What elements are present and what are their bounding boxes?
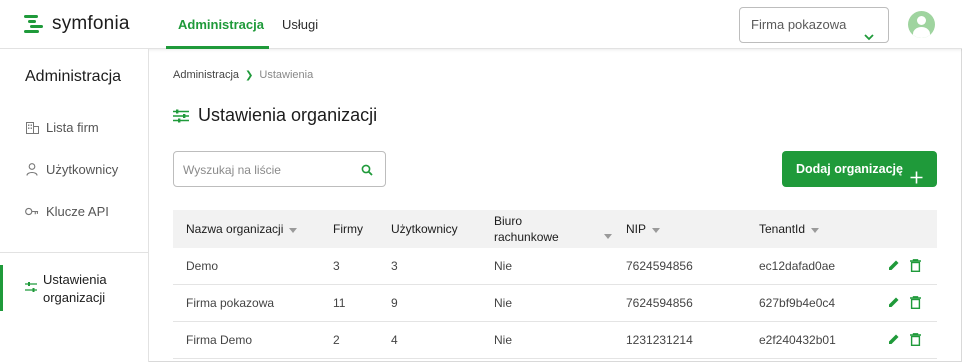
cell-tenantid: ec12dafad0ae <box>759 259 836 273</box>
avatar-body <box>913 27 930 38</box>
building-icon <box>25 121 39 135</box>
column-header-label: TenantId <box>759 222 806 236</box>
company-select[interactable]: Firma pokazowa <box>739 7 889 43</box>
cell-name: Demo <box>186 259 219 273</box>
column-header-label-line2: rachunkowe <box>494 230 559 244</box>
sidebar-item-label-line2: organizacji <box>43 290 106 305</box>
cell-firms: 3 <box>333 259 340 273</box>
row-actions <box>888 259 922 273</box>
key-icon <box>25 205 39 219</box>
page-title: Ustawienia organizacji <box>173 105 377 126</box>
edit-icon[interactable] <box>888 296 900 310</box>
column-header-firms: Firmy <box>333 210 363 248</box>
sidebar-item-ustawienia-organizacji[interactable]: Ustawienia organizacji <box>0 265 149 311</box>
sort-icon[interactable] <box>604 227 612 243</box>
cell-firms: 2 <box>333 333 340 347</box>
cell-firms: 11 <box>333 296 346 310</box>
logo-icon <box>24 14 44 34</box>
sidebar-item-label: Użytkownicy <box>46 162 119 177</box>
table-row[interactable]: Firma Demo 2 4 Nie 1231231214 e2f240432b… <box>173 322 937 359</box>
sidebar-title: Administracja <box>25 68 122 85</box>
column-header-name[interactable]: Nazwa organizacji <box>186 210 298 248</box>
page-title-text: Ustawienia organizacji <box>198 105 378 125</box>
cell-office: Nie <box>494 259 513 273</box>
sidebar-item-label: Ustawienia organizacji <box>43 271 143 307</box>
edit-icon[interactable] <box>888 259 900 273</box>
active-item-indicator <box>0 265 3 311</box>
breadcrumb: Administracja ❯ Ustawienia <box>173 69 313 81</box>
sidebar-item-lista-firm[interactable]: Lista firm <box>25 120 99 135</box>
user-icon <box>25 163 39 177</box>
add-organization-label: Dodaj organizację <box>796 162 903 176</box>
tab-administracja[interactable]: Administracja <box>178 0 264 49</box>
trash-icon[interactable] <box>910 296 922 310</box>
column-header-nip[interactable]: NIP <box>626 210 661 248</box>
breadcrumb-root[interactable]: Administracja <box>173 69 239 81</box>
column-header-label: Biuro rachunkowe <box>494 213 559 245</box>
sidebar-item-uzytkownicy[interactable]: Użytkownicy <box>25 162 118 177</box>
column-header-label: NIP <box>626 222 647 236</box>
tab-uslugi[interactable]: Usługi <box>282 0 318 49</box>
edit-icon[interactable] <box>888 333 900 347</box>
row-actions <box>888 333 922 347</box>
organizations-table: Nazwa organizacji Firmy Użytkownicy Biur… <box>173 210 937 359</box>
cell-office: Nie <box>494 333 513 347</box>
cell-tenantid: e2f240432b01 <box>759 333 836 347</box>
column-header-label: Nazwa organizacji <box>186 222 284 236</box>
cell-nip: 1231231214 <box>626 333 693 347</box>
sidebar-item-label-line1: Ustawienia <box>43 272 107 287</box>
chevron-right-icon: ❯ <box>245 70 254 81</box>
table-row[interactable]: Demo 3 3 Nie 7624594856 ec12dafad0ae <box>173 248 937 285</box>
sort-icon[interactable] <box>811 222 820 236</box>
sidebar-item-label: Klucze API <box>46 204 109 219</box>
cell-name: Firma pokazowa <box>186 296 275 310</box>
trash-icon[interactable] <box>910 333 922 347</box>
column-header-users: Użytkownicy <box>391 210 458 248</box>
trash-icon[interactable] <box>910 259 922 273</box>
table-row[interactable]: Firma pokazowa 11 9 Nie 7624594856 627bf… <box>173 285 937 322</box>
column-header-label-line1: Biuro <box>494 214 523 228</box>
symfonia-logo[interactable]: symfonia <box>24 13 130 35</box>
cell-nip: 7624594856 <box>626 259 693 273</box>
cell-users: 9 <box>391 296 398 310</box>
active-tab-indicator <box>166 46 269 49</box>
sliders-icon <box>25 280 39 294</box>
company-select-value: Firma pokazowa <box>751 17 847 32</box>
cell-name: Firma Demo <box>186 333 253 347</box>
cell-office: Nie <box>494 296 513 310</box>
column-header-office[interactable]: Biuro rachunkowe <box>494 210 612 248</box>
column-header-label: Użytkownicy <box>391 222 458 236</box>
chevron-down-icon <box>864 20 874 54</box>
cell-users: 4 <box>391 333 398 347</box>
sliders-icon <box>173 108 189 124</box>
sort-icon[interactable] <box>652 222 661 236</box>
column-header-label: Firmy <box>333 222 363 236</box>
search-input[interactable] <box>183 161 353 179</box>
logo-text: symfonia <box>52 13 130 34</box>
search-box <box>173 151 386 187</box>
cell-tenantid: 627bf9b4e0c4 <box>759 296 836 310</box>
top-bar: symfonia Administracja Usługi Firma poka… <box>0 0 962 49</box>
plus-icon <box>910 162 923 198</box>
add-organization-button[interactable]: Dodaj organizację <box>782 151 937 187</box>
sidebar-divider <box>0 252 149 253</box>
sidebar-item-klucze-api[interactable]: Klucze API <box>25 204 109 219</box>
sidebar: Administracja Lista firm Użytkownicy Klu… <box>0 49 149 362</box>
avatar[interactable] <box>908 11 935 38</box>
search-icon[interactable] <box>361 163 373 181</box>
sort-icon[interactable] <box>289 222 298 236</box>
row-actions <box>888 296 922 310</box>
breadcrumb-current: Ustawienia <box>259 69 314 81</box>
table-header: Nazwa organizacji Firmy Użytkownicy Biur… <box>173 210 937 248</box>
column-header-tenantid[interactable]: TenantId <box>759 210 820 248</box>
sidebar-item-label: Lista firm <box>46 120 99 135</box>
cell-nip: 7624594856 <box>626 296 693 310</box>
avatar-head <box>917 16 926 25</box>
cell-users: 3 <box>391 259 398 273</box>
